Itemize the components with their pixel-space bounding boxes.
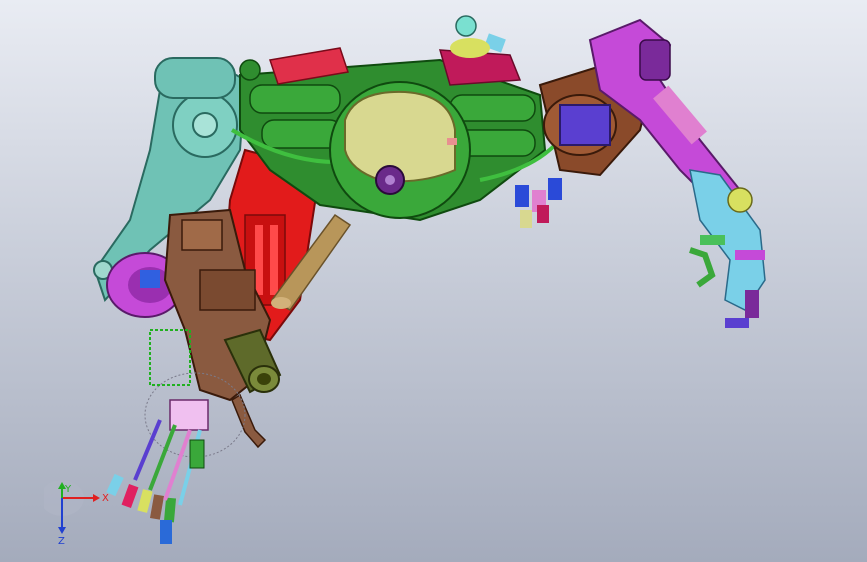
x-axis-arrowhead [93, 494, 100, 502]
z-axis-label: Z [58, 536, 65, 547]
cad-viewport[interactable]: X Y Z [0, 0, 867, 562]
orientation-triad[interactable]: X Y Z [40, 478, 114, 548]
robot-arm-assembly-model[interactable] [0, 0, 867, 562]
x-axis-label: X [102, 493, 109, 504]
y-axis-label: Y [64, 484, 72, 495]
right-forearm-hand[interactable] [689, 169, 766, 328]
central-head-dome[interactable] [329, 81, 471, 219]
center-cable-connectors[interactable] [515, 178, 562, 228]
z-axis-arrowhead [58, 527, 66, 534]
